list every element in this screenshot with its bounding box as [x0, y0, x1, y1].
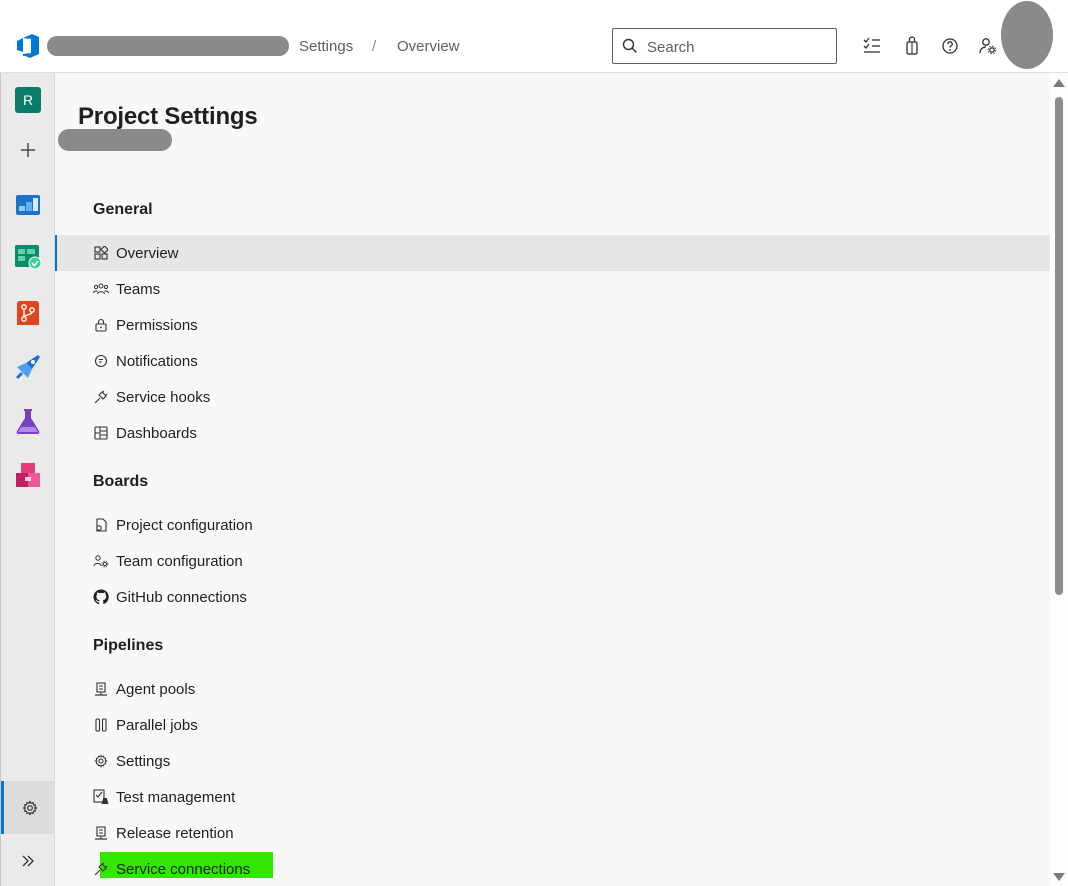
search-box[interactable] — [612, 28, 837, 64]
nav-item-label: Permissions — [116, 316, 198, 334]
nav-item-label: Service connections — [116, 860, 251, 878]
avatar[interactable] — [1001, 1, 1053, 69]
scroll-up-arrow-icon[interactable] — [1053, 79, 1065, 87]
plug-icon — [93, 861, 109, 877]
settings-navigation-pane: Project Settings General Overview Teams … — [55, 73, 1050, 886]
boards-hub-button[interactable] — [1, 237, 55, 277]
page-title: Project Settings — [78, 103, 258, 130]
expand-rail-button[interactable] — [1, 841, 55, 881]
nav-item-permissions[interactable]: Permissions — [55, 307, 1050, 343]
nav-item-label: Teams — [116, 280, 161, 298]
plug-icon — [93, 389, 109, 405]
nav-item-github-connections[interactable]: GitHub connections — [55, 579, 1050, 615]
left-navigation-rail: R — [0, 73, 55, 886]
nav-item-test-management[interactable]: Test management — [55, 779, 1050, 815]
teams-icon — [93, 281, 109, 297]
nav-item-dashboards[interactable]: Dashboards — [55, 415, 1050, 451]
section-boards-heading: Boards — [93, 473, 149, 490]
scroll-down-arrow-icon[interactable] — [1053, 873, 1065, 881]
nav-item-label: Test management — [116, 788, 236, 806]
search-input[interactable] — [647, 35, 827, 59]
overview-hub-button[interactable] — [1, 185, 55, 225]
nav-item-label: Settings — [116, 752, 171, 770]
github-icon — [93, 589, 109, 605]
nav-item-settings[interactable]: Settings — [55, 743, 1050, 779]
user-settings-icon[interactable] — [978, 36, 998, 56]
artifacts-hub-button[interactable] — [1, 455, 55, 495]
dashboard-icon — [93, 425, 109, 441]
nav-item-teams[interactable]: Teams — [55, 271, 1050, 307]
nav-item-label: Dashboards — [116, 424, 197, 442]
overview-hub-icon — [16, 195, 40, 215]
nav-item-label: Overview — [116, 244, 179, 262]
top-bar: Settings / Overview — [0, 0, 1068, 73]
pipelines-hub-button[interactable] — [1, 347, 55, 387]
plus-icon — [21, 143, 35, 157]
azure-devops-logo-icon[interactable] — [14, 32, 42, 60]
nav-item-label: GitHub connections — [116, 588, 247, 606]
nav-item-agent-pools[interactable]: Agent pools — [55, 671, 1050, 707]
work-items-icon[interactable] — [862, 36, 882, 56]
section-general-heading: General — [93, 201, 153, 218]
overview-icon — [93, 245, 109, 261]
nav-item-team-configuration[interactable]: Team configuration — [55, 543, 1050, 579]
test-plans-flask-icon — [16, 409, 40, 434]
nav-item-label: Team configuration — [116, 552, 243, 570]
help-icon[interactable] — [940, 36, 960, 56]
repos-hub-button[interactable] — [1, 293, 55, 333]
artifacts-hub-icon — [16, 463, 40, 487]
repos-hub-icon — [17, 301, 39, 325]
project-badge: R — [15, 87, 41, 113]
config-icon — [93, 517, 109, 533]
project-settings-button[interactable] — [1, 781, 55, 834]
marketplace-bag-icon[interactable] — [902, 36, 922, 56]
boards-hub-icon — [15, 245, 42, 270]
nav-item-service-connections[interactable]: Service connections — [55, 851, 1050, 886]
notification-icon — [93, 353, 109, 369]
project-avatar-button[interactable]: R — [1, 80, 55, 120]
nav-item-label: Notifications — [116, 352, 198, 370]
nav-item-parallel-jobs[interactable]: Parallel jobs — [55, 707, 1050, 743]
parallel-icon — [93, 717, 109, 733]
nav-item-label: Project configuration — [116, 516, 253, 534]
breadcrumb-separator: / — [372, 38, 377, 55]
gear-icon — [93, 753, 109, 769]
double-chevron-right-icon — [22, 855, 34, 867]
scroll-thumb[interactable] — [1055, 97, 1063, 595]
nav-item-overview[interactable]: Overview — [55, 235, 1050, 271]
team-config-icon — [93, 553, 109, 569]
nav-item-label: Service hooks — [116, 388, 211, 406]
lock-icon — [93, 317, 109, 333]
breadcrumb-settings[interactable]: Settings — [299, 38, 353, 55]
search-icon — [622, 38, 638, 54]
nav-item-notifications[interactable]: Notifications — [55, 343, 1050, 379]
agent-icon — [93, 681, 109, 697]
gear-icon — [21, 799, 38, 816]
test-icon — [93, 789, 109, 805]
nav-item-project-configuration[interactable]: Project configuration — [55, 507, 1050, 543]
nav-item-label: Agent pools — [116, 680, 196, 698]
agent-icon — [93, 825, 109, 841]
project-name-redacted — [58, 129, 172, 151]
breadcrumb-overview[interactable]: Overview — [397, 38, 460, 55]
pipelines-hub-icon — [16, 355, 40, 379]
new-project-button[interactable] — [1, 130, 55, 170]
vertical-scrollbar[interactable] — [1050, 73, 1068, 886]
section-pipelines-heading: Pipelines — [93, 637, 164, 654]
organization-name-redacted[interactable] — [47, 36, 289, 56]
nav-item-label: Release retention — [116, 824, 234, 842]
nav-item-release-retention[interactable]: Release retention — [55, 815, 1050, 851]
nav-item-label: Parallel jobs — [116, 716, 198, 734]
nav-item-service-hooks[interactable]: Service hooks — [55, 379, 1050, 415]
test-plans-hub-button[interactable] — [1, 401, 55, 441]
